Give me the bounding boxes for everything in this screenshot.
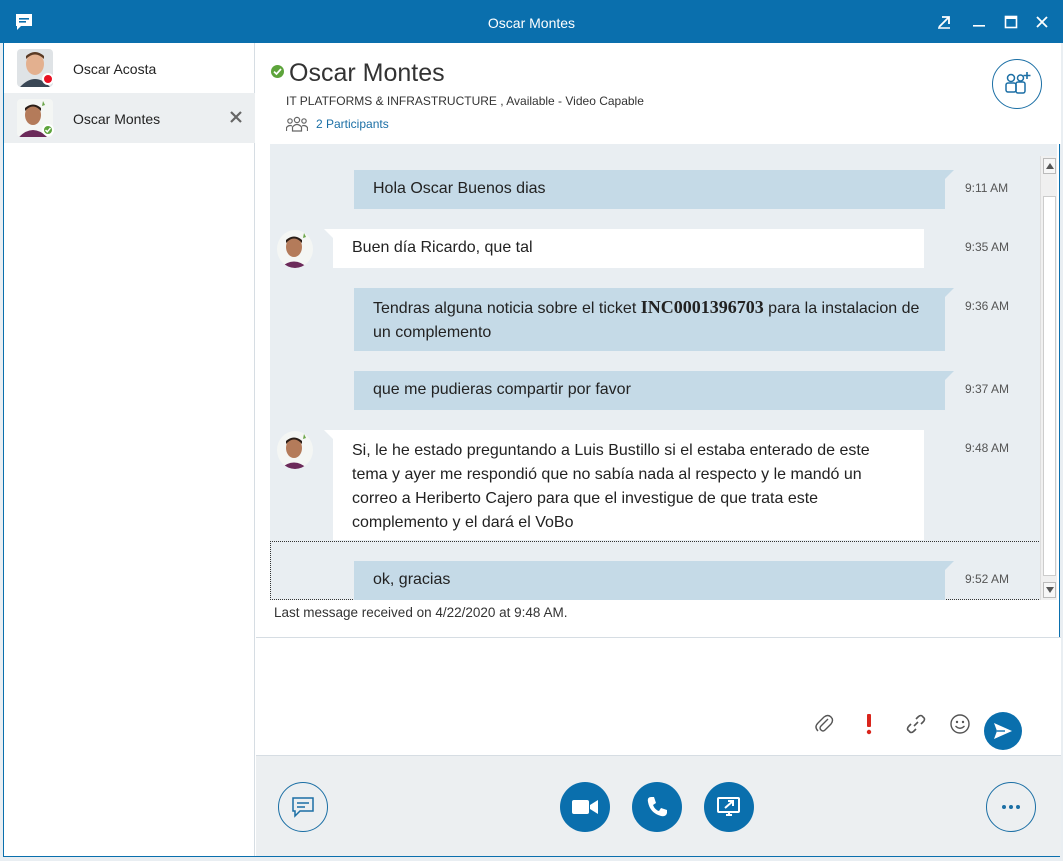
contact-title: Oscar Montes (289, 59, 445, 87)
close-window-icon[interactable] (1031, 11, 1053, 33)
contact-message: Si, le he estado preguntando a Luis Bust… (324, 430, 924, 540)
conversation-item-oscar-montes[interactable]: Oscar Montes (4, 93, 255, 143)
scroll-up-icon[interactable] (1043, 158, 1056, 174)
chat-bubble-icon (292, 797, 314, 818)
message-text: ok, gracias (373, 571, 451, 588)
audio-call-button[interactable] (632, 782, 682, 832)
message-text: Buen día Ricardo, que tal (352, 239, 533, 256)
conversation-toolbar (256, 755, 1061, 856)
message-time: 9:35 AM (965, 240, 1010, 254)
title-bar: Oscar Montes (0, 0, 1063, 43)
video-call-button[interactable] (560, 782, 610, 832)
emoticon-icon[interactable] (947, 711, 973, 737)
contact-name: Oscar Acosta (73, 61, 157, 77)
contact-name: Oscar Montes (73, 111, 161, 127)
ticket-number: INC0001396703 (640, 297, 764, 317)
send-button[interactable] (984, 712, 1022, 750)
add-people-button[interactable] (992, 59, 1042, 109)
share-screen-button[interactable] (704, 782, 754, 832)
scroll-down-icon[interactable] (1043, 582, 1056, 598)
message-input[interactable] (272, 648, 812, 708)
message-time: 9:37 AM (965, 382, 1010, 396)
conversation-pane: Oscar Montes IT PLATFORMS & INFRASTRUCTU… (256, 43, 1061, 856)
my-message: Tendras alguna noticia sobre el ticket I… (354, 288, 954, 351)
pop-out-icon[interactable] (933, 11, 955, 33)
present-screen-icon (717, 797, 740, 816)
minimize-icon[interactable] (968, 11, 990, 33)
scroll-thumb[interactable] (1043, 196, 1056, 576)
close-conversation-icon[interactable] (227, 108, 245, 126)
maximize-icon[interactable] (1000, 11, 1022, 33)
my-message: Hola Oscar Buenos dias (354, 170, 954, 209)
contact-avatar (277, 230, 313, 268)
message-scrollbar[interactable] (1040, 156, 1057, 600)
busy-presence-icon (42, 73, 54, 85)
last-message-status: Last message received on 4/22/2020 at 9:… (274, 605, 568, 620)
message-history[interactable]: Hola Oscar Buenos dias 9:11 AM Buen día … (270, 144, 1057, 600)
more-options-button[interactable] (986, 782, 1036, 832)
contact-message: Buen día Ricardo, que tal (324, 229, 924, 268)
message-text: que me pudieras compartir por favor (373, 381, 631, 398)
message-time: 9:52 AM (965, 572, 1010, 586)
ellipsis-icon (1002, 805, 1020, 809)
participants-icon (286, 116, 308, 132)
contact-subtitle: IT PLATFORMS & INFRASTRUCTURE , Availabl… (286, 94, 644, 108)
attach-file-icon[interactable] (811, 711, 837, 737)
participants-label: 2 Participants (316, 117, 389, 131)
message-text: Tendras alguna noticia sobre el ticket (373, 300, 641, 317)
window-title: Oscar Montes (487, 15, 576, 31)
add-people-icon (1005, 72, 1031, 94)
phone-icon (647, 797, 667, 817)
compose-area (256, 637, 1061, 755)
message-time: 9:11 AM (965, 181, 1009, 195)
im-button[interactable] (278, 782, 328, 832)
message-text: Hola Oscar Buenos dias (373, 180, 546, 197)
available-presence-icon (42, 124, 54, 136)
my-message: ok, gracias (354, 561, 954, 600)
link-icon[interactable] (903, 711, 929, 737)
important-icon[interactable] (856, 711, 882, 737)
video-camera-icon (572, 800, 598, 814)
contact-avatar (277, 431, 313, 469)
message-time: 9:48 AM (965, 441, 1010, 455)
send-icon (994, 723, 1012, 739)
conversation-header: Oscar Montes IT PLATFORMS & INFRASTRUCTU… (256, 43, 1061, 144)
conversation-window: Oscar Acosta Oscar Montes Oscar Montes I… (3, 43, 1061, 857)
message-time: 9:36 AM (965, 299, 1010, 313)
message-text: Si, le he estado preguntando a Luis Bust… (352, 442, 870, 531)
available-status-icon (271, 65, 284, 78)
conversation-list: Oscar Acosta Oscar Montes (4, 43, 255, 856)
conversation-item-oscar-acosta[interactable]: Oscar Acosta (4, 43, 255, 93)
participants-link[interactable]: 2 Participants (286, 116, 389, 132)
my-message: que me pudieras compartir por favor (354, 371, 954, 410)
